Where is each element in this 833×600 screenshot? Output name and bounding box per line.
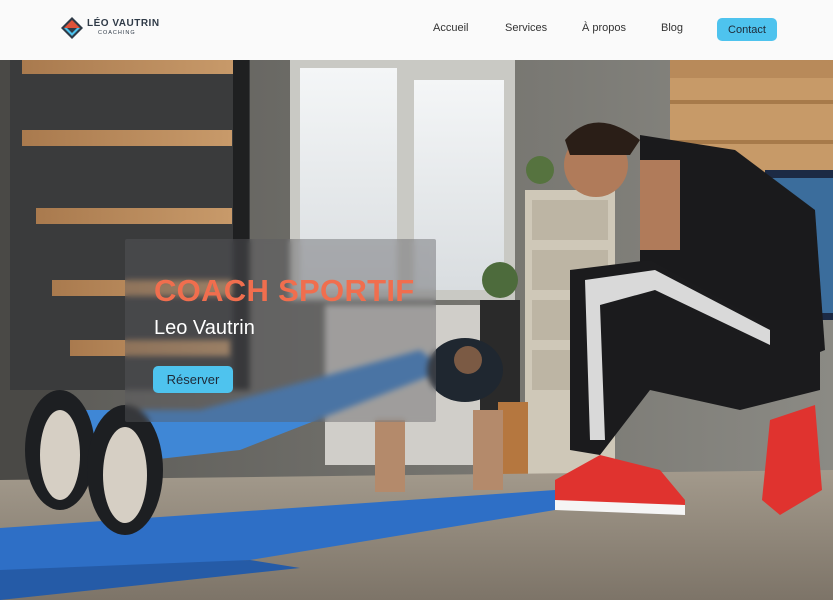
brand-logo[interactable]: LÉO VAUTRIN COACHING bbox=[60, 16, 160, 40]
hero-title: COACH SPORTIF bbox=[154, 273, 415, 308]
reserve-button[interactable]: Réserver bbox=[153, 366, 233, 393]
nav-link-blog[interactable]: Blog bbox=[661, 22, 683, 34]
nav-link-accueil[interactable]: Accueil bbox=[433, 22, 468, 34]
navbar: LÉO VAUTRIN COACHING Accueil Services À … bbox=[0, 0, 833, 60]
brand-name: LÉO VAUTRIN bbox=[87, 18, 160, 30]
nav-link-services[interactable]: Services bbox=[505, 22, 547, 34]
hero-subtitle: Leo Vautrin bbox=[154, 317, 255, 339]
hero-section: COACH SPORTIF Leo Vautrin Réserver bbox=[0, 60, 833, 600]
nav-link-a-propos[interactable]: À propos bbox=[582, 22, 626, 34]
contact-button[interactable]: Contact bbox=[717, 18, 777, 41]
brand-tagline: COACHING bbox=[98, 30, 136, 37]
diamond-logo-icon bbox=[61, 17, 83, 39]
